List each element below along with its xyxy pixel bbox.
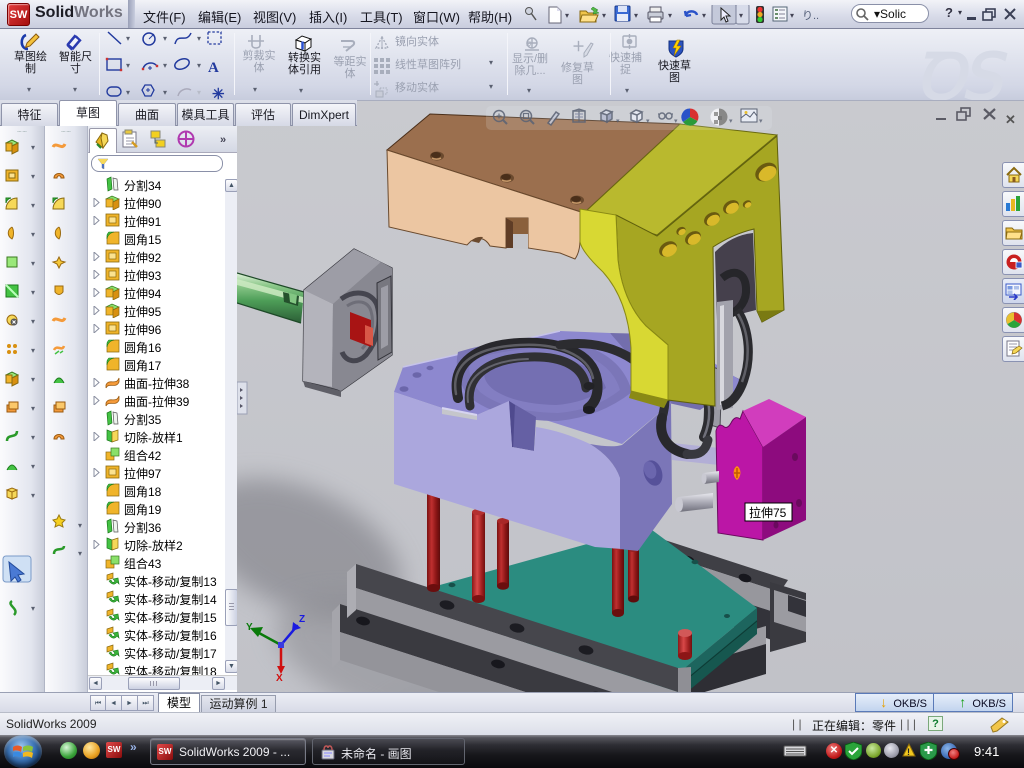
svg-text:▾: ▾ <box>702 11 706 20</box>
svg-text:▾: ▾ <box>634 11 638 20</box>
svg-text:Z: Z <box>299 614 305 625</box>
svg-text:▾: ▾ <box>31 201 35 210</box>
svg-text:▾: ▾ <box>616 118 620 125</box>
svg-text:▾: ▾ <box>197 34 201 43</box>
svg-text:▾: ▾ <box>31 288 35 297</box>
svg-text:▾: ▾ <box>739 11 743 20</box>
svg-text:X: X <box>276 673 283 684</box>
svg-text:▾: ▾ <box>31 143 35 152</box>
svg-text:▾: ▾ <box>126 61 130 70</box>
svg-text:▾: ▾ <box>31 462 35 471</box>
svg-text:＋: ＋ <box>572 39 585 54</box>
svg-text:▾: ▾ <box>31 404 35 413</box>
svg-text:»: » <box>220 134 226 146</box>
svg-text:▾: ▾ <box>163 34 167 43</box>
svg-text:▾: ▾ <box>126 88 130 97</box>
svg-text:⌀: ⌀ <box>526 38 532 48</box>
svg-text:▾: ▾ <box>646 118 650 125</box>
svg-text:▾: ▾ <box>602 11 606 20</box>
svg-text:▾: ▾ <box>668 11 672 20</box>
svg-text:!: ! <box>907 747 910 757</box>
svg-text:A: A <box>208 60 219 76</box>
svg-text:▾: ▾ <box>790 11 794 20</box>
svg-text:▾: ▾ <box>729 118 733 125</box>
svg-text:▾: ▾ <box>126 34 130 43</box>
svg-text:▾: ▾ <box>674 118 678 125</box>
svg-text:▾: ▾ <box>31 230 35 239</box>
svg-text:✳: ✳ <box>212 86 225 100</box>
svg-text:り..: り.. <box>802 9 819 22</box>
svg-text:▾: ▾ <box>31 375 35 384</box>
svg-text:▾: ▾ <box>78 549 82 558</box>
svg-text:▾: ▾ <box>31 317 35 326</box>
svg-text:▾: ▾ <box>31 433 35 442</box>
svg-text:▾: ▾ <box>197 61 201 70</box>
svg-text:▾: ▾ <box>163 88 167 97</box>
svg-text:▾: ▾ <box>163 61 167 70</box>
svg-text:Y: Y <box>246 622 253 633</box>
svg-text:▾: ▾ <box>197 88 201 97</box>
svg-text:▾: ▾ <box>31 604 35 613</box>
svg-text:▾: ▾ <box>78 521 82 530</box>
svg-text:▾: ▾ <box>31 259 35 268</box>
svg-text:▾: ▾ <box>565 11 569 20</box>
svg-text:▾: ▾ <box>31 172 35 181</box>
svg-text:▾: ▾ <box>31 491 35 500</box>
svg-text:▾: ▾ <box>759 118 763 125</box>
svg-text:拉伸75: 拉伸75 <box>749 505 787 520</box>
svg-text:▾: ▾ <box>31 346 35 355</box>
